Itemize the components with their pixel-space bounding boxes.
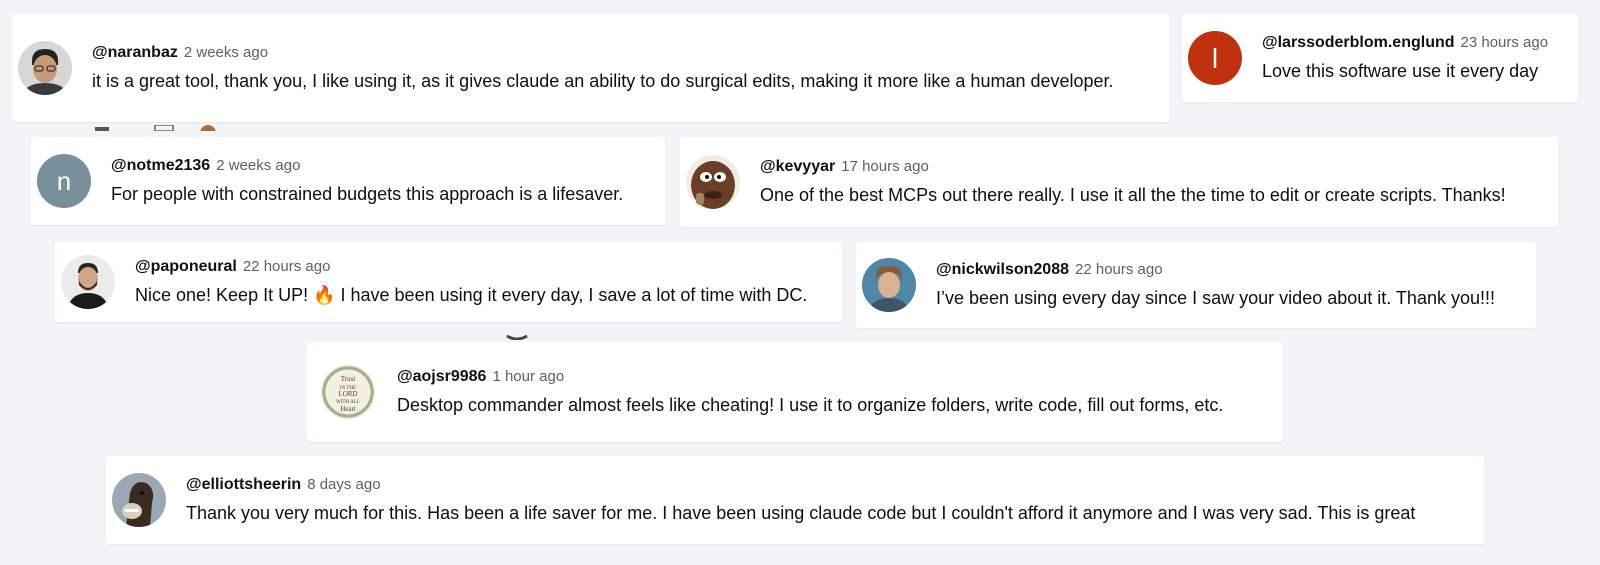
comment-timestamp[interactable]: 22 hours ago xyxy=(243,258,331,275)
comment-author[interactable]: @larssoderblom.englund xyxy=(1262,34,1455,52)
comment-text: One of the best MCPs out there really. I… xyxy=(760,185,1506,205)
comment-timestamp[interactable]: 17 hours ago xyxy=(841,158,929,175)
svg-text:l: l xyxy=(1212,43,1218,74)
comment-timestamp[interactable]: 1 hour ago xyxy=(492,368,564,385)
avatar[interactable] xyxy=(862,258,916,312)
avatar[interactable] xyxy=(18,41,72,95)
comment-text: Thank you very much for this. Has been a… xyxy=(186,503,1416,523)
avatar[interactable] xyxy=(112,473,166,527)
svg-text:n: n xyxy=(57,166,71,196)
svg-text:Heart: Heart xyxy=(340,405,356,413)
comment-timestamp[interactable]: 8 days ago xyxy=(307,476,380,493)
comment-timestamp[interactable]: 2 weeks ago xyxy=(184,44,268,61)
comment-card: @kevyyar 17 hours ago One of the best MC… xyxy=(680,137,1558,227)
comment-author[interactable]: @elliottsheerin xyxy=(186,476,301,494)
comment-timestamp[interactable]: 23 hours ago xyxy=(1461,34,1549,51)
comment-author[interactable]: @notme2136 xyxy=(111,157,210,175)
avatar[interactable] xyxy=(686,155,740,209)
comment-author[interactable]: @paponeural xyxy=(135,258,237,276)
comment-author[interactable]: @nickwilson2088 xyxy=(936,261,1069,279)
comment-text: Desktop commander almost feels like chea… xyxy=(397,395,1224,415)
comment-card: n @notme2136 2 weeks ago For people with… xyxy=(31,137,665,225)
comment-text: Nice one! Keep It UP! 🔥 I have been usin… xyxy=(135,285,808,305)
comment-card: @naranbaz 2 weeks ago it is a great tool… xyxy=(12,14,1169,122)
avatar[interactable]: n xyxy=(37,154,91,208)
comment-author[interactable]: @naranbaz xyxy=(92,44,178,62)
svg-text:LORD: LORD xyxy=(338,390,357,398)
comment-timestamp[interactable]: 22 hours ago xyxy=(1075,261,1163,278)
comment-text: it is a great tool, thank you, I like us… xyxy=(92,71,1114,91)
comment-card: l @larssoderblom.englund 23 hours ago Lo… xyxy=(1182,14,1578,102)
avatar[interactable] xyxy=(61,255,115,309)
comment-card: @nickwilson2088 22 hours ago I’ve been u… xyxy=(856,242,1536,328)
comment-text: I’ve been using every day since I saw yo… xyxy=(936,288,1495,308)
comment-card: @elliottsheerin 8 days ago Thank you ver… xyxy=(106,456,1484,544)
hidden-avatar-edge xyxy=(505,327,529,341)
avatar[interactable]: Trust IN THE LORD WITH ALL Heart xyxy=(321,365,375,419)
comment-card: @paponeural 22 hours ago Nice one! Keep … xyxy=(55,242,842,322)
comment-author[interactable]: @kevyyar xyxy=(760,158,835,176)
comment-card: Trust IN THE LORD WITH ALL Heart @aojsr9… xyxy=(307,342,1283,442)
comment-author[interactable]: @aojsr9986 xyxy=(397,368,486,386)
svg-text:Trust: Trust xyxy=(341,375,356,383)
avatar[interactable]: l xyxy=(1188,31,1242,85)
comment-timestamp[interactable]: 2 weeks ago xyxy=(216,157,300,174)
comment-text: For people with constrained budgets this… xyxy=(111,184,624,204)
comment-text: Love this software use it every day xyxy=(1262,61,1539,81)
